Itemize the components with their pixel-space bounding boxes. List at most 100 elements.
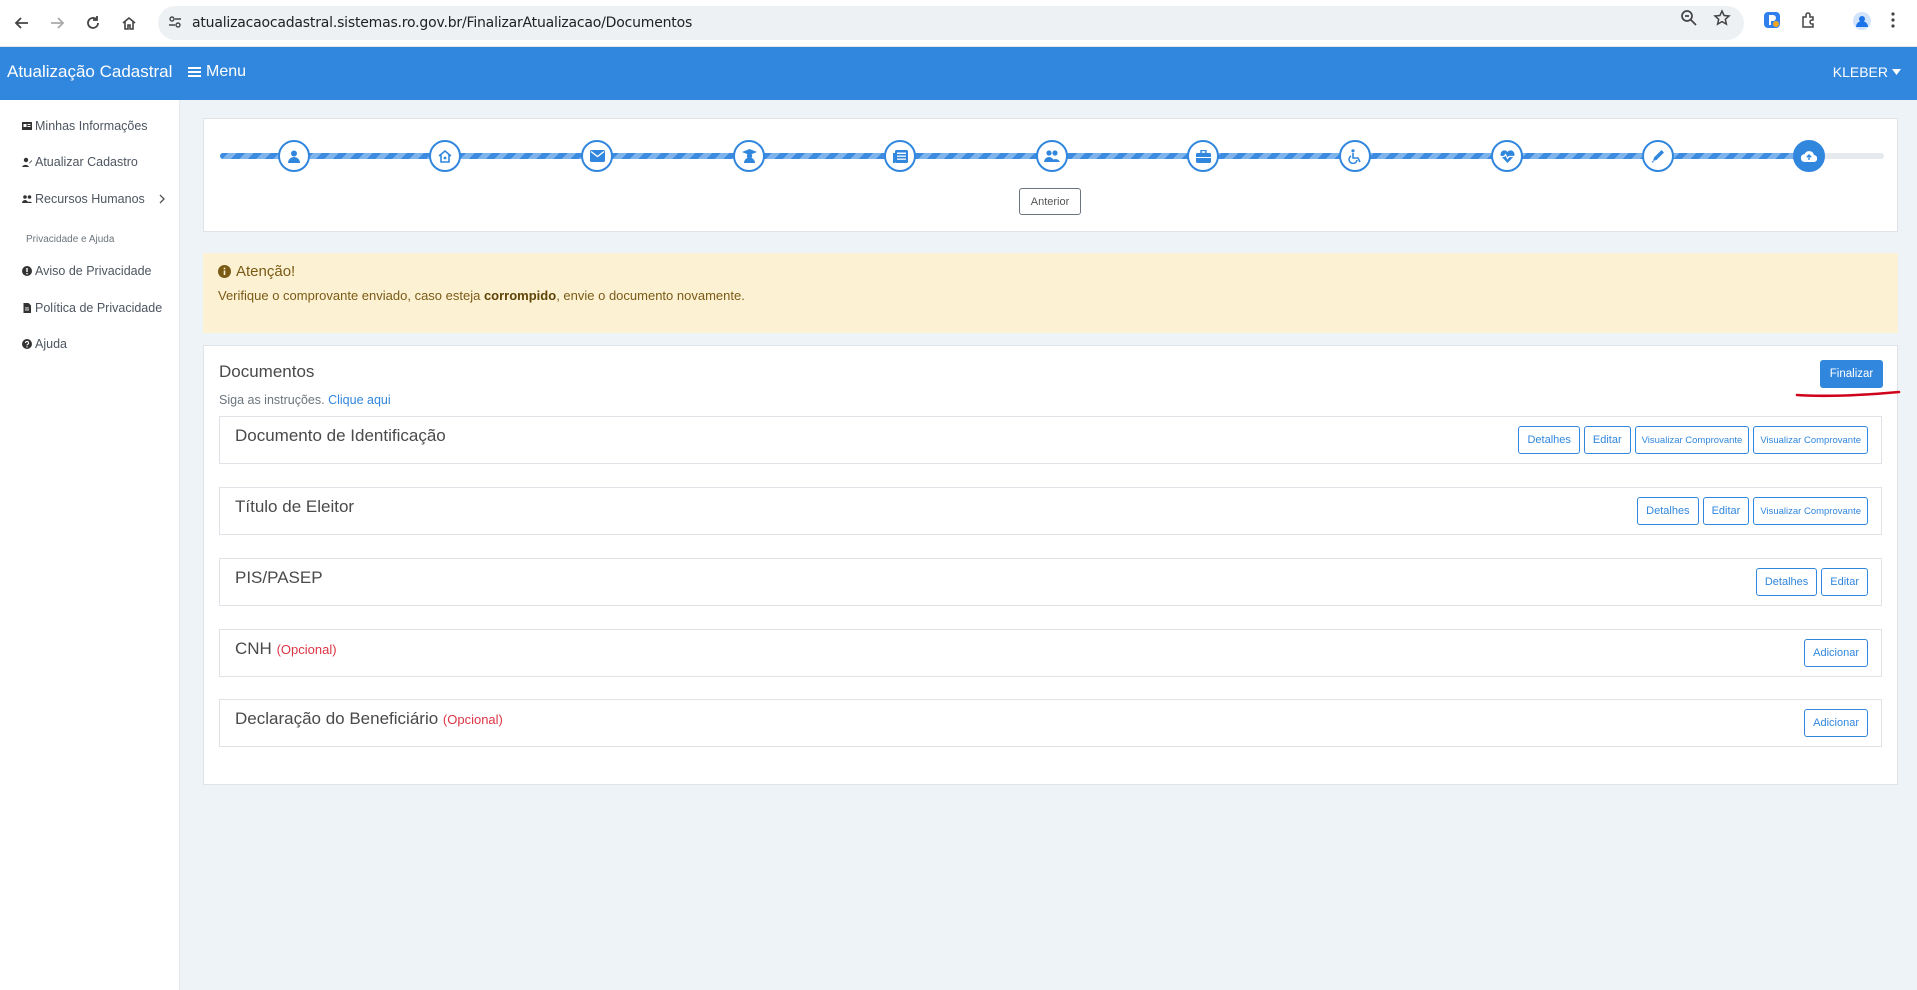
info-circle-icon [218,265,231,278]
exclamation-circle-icon [22,266,32,276]
sidebar-item-aviso-privacidade[interactable]: Aviso de Privacidade [22,264,152,278]
optional-badge: (Opcional) [442,712,503,727]
briefcase-icon [1195,149,1211,163]
previous-button[interactable]: Anterior [1019,188,1081,215]
hamburger-icon [188,67,201,77]
step-home[interactable] [429,140,461,172]
visualizar-comprovante-button[interactable]: Visualizar Comprovante [1753,497,1868,525]
user-name: KLEBER [1832,64,1888,80]
alert-text-bold: corrompido [483,288,557,303]
step-envelope[interactable] [581,140,613,172]
warning-alert: Atenção! Verifique o comprovante enviado… [203,253,1898,333]
document-name: CNH (Opcional) [235,639,337,659]
graduate-icon [741,149,757,163]
editar-button[interactable]: Editar [1583,426,1631,454]
back-arrow-icon[interactable] [10,11,34,35]
file-icon [23,303,31,313]
document-name-text: Declaração do Beneficiário [235,709,439,728]
document-row-identificacao: Documento de Identificação Detalhes Edit… [219,416,1882,464]
sidebar-section-title: Privacidade e Ajuda [26,234,115,245]
menu-label: Menu [206,63,247,80]
extension-badge-icon[interactable] [1763,11,1781,34]
sidebar-item-minhas-informacoes[interactable]: Minhas Informações [22,119,148,133]
home-icon [438,149,452,163]
documents-card: Documentos Siga as instruções. Clique aq… [203,345,1901,785]
user-dropdown[interactable]: KLEBER [1833,64,1901,80]
adicionar-button[interactable]: Adicionar [1804,639,1868,667]
documents-title: Documentos [219,362,315,381]
site-settings-icon[interactable] [168,15,182,34]
document-name: Declaração do Beneficiário (Opcional) [235,709,503,729]
sidebar-item-label: Minhas Informações [35,119,148,133]
visualizar-comprovante-button[interactable]: Visualizar Comprovante [1634,426,1750,454]
menu-toggle-button[interactable]: Menu [188,63,246,81]
document-row-cnh: CNH (Opcional) Adicionar [219,629,1882,677]
document-row-titulo-eleitor: Título de Eleitor Detalhes Editar Visual… [219,487,1882,535]
url-text[interactable]: atualizacaocadastral.sistemas.ro.gov.br/… [192,15,692,31]
chevron-right-icon [159,194,165,204]
forward-arrow-icon[interactable] [45,11,69,35]
question-circle-icon [22,339,32,349]
step-work[interactable] [1187,140,1219,172]
step-education[interactable] [733,140,765,172]
sidebar-item-label: Recursos Humanos [35,192,145,206]
address-bar[interactable]: atualizacaocadastral.sistemas.ro.gov.br/… [158,6,1744,40]
document-name-text: Documento de Identificação [235,426,446,445]
heart-pulse-icon [1499,149,1515,163]
sidebar-item-label: Política de Privacidade [35,301,163,315]
sidebar-item-atualizar-cadastro[interactable]: Atualizar Cadastro [22,155,138,169]
kebab-menu-icon[interactable] [1890,11,1896,34]
red-annotation-stroke [1795,390,1901,398]
users-icon [1044,150,1060,162]
sidebar-item-politica-privacidade[interactable]: Política de Privacidade [22,301,162,315]
step-signature[interactable] [1642,140,1674,172]
envelope-icon [589,150,605,162]
wheelchair-icon [1348,148,1361,164]
user-edit-icon [22,157,32,167]
editar-button[interactable]: Editar [1702,497,1750,525]
sidebar: Minhas Informações Atualizar Cadastro Re… [0,100,180,990]
document-name: Título de Eleitor [235,497,354,517]
document-name-text: PIS/PASEP [235,568,323,587]
reload-icon[interactable] [81,11,105,35]
extensions-puzzle-icon[interactable] [1800,11,1818,34]
detalhes-button[interactable]: Detalhes [1755,568,1818,596]
bookmark-star-icon[interactable] [1713,9,1731,32]
users-icon [22,195,32,203]
documents-instructions: Siga as instruções. Clique aqui [219,393,391,407]
alert-title-row: Atenção! [218,263,295,280]
document-row-pis-pasep: PIS/PASEP Detalhes Editar [219,558,1882,606]
detalhes-button[interactable]: Detalhes [1518,426,1580,454]
step-health[interactable] [1491,140,1523,172]
home-icon[interactable] [117,11,141,35]
detalhes-button[interactable]: Detalhes [1637,497,1699,525]
adicionar-button[interactable]: Adicionar [1804,709,1868,737]
step-documents[interactable] [884,140,916,172]
document-name: PIS/PASEP [235,568,323,588]
step-user[interactable] [278,140,310,172]
editar-button[interactable]: Editar [1821,568,1868,596]
stepper-card: Anterior [203,118,1898,232]
pencil-icon [1651,150,1664,163]
zoom-icon[interactable] [1680,9,1698,32]
step-upload[interactable] [1793,140,1825,172]
newspaper-icon [892,149,908,163]
finalizar-button[interactable]: Finalizar [1820,360,1883,388]
sidebar-item-recursos-humanos[interactable]: Recursos Humanos [22,192,166,206]
sidebar-item-label: Aviso de Privacidade [35,264,152,278]
optional-badge: (Opcional) [276,642,337,657]
cloud-upload-icon [1801,151,1817,162]
step-dependents[interactable] [1036,140,1068,172]
sidebar-item-ajuda[interactable]: Ajuda [22,337,67,351]
profile-avatar-icon[interactable] [1852,11,1872,36]
id-card-icon [22,122,32,130]
step-accessibility[interactable] [1339,140,1371,172]
sidebar-item-label: Ajuda [35,337,67,351]
instructions-link[interactable]: Clique aqui [328,393,391,407]
alert-title: Atenção! [236,263,296,280]
document-name-text: Título de Eleitor [235,497,355,516]
app-brand[interactable]: Atualização Cadastral [7,62,172,82]
alert-text-after: , envie o documento novamente. [556,288,745,303]
sidebar-item-label: Atualizar Cadastro [35,155,138,169]
visualizar-comprovante-button[interactable]: Visualizar Comprovante [1753,426,1868,454]
